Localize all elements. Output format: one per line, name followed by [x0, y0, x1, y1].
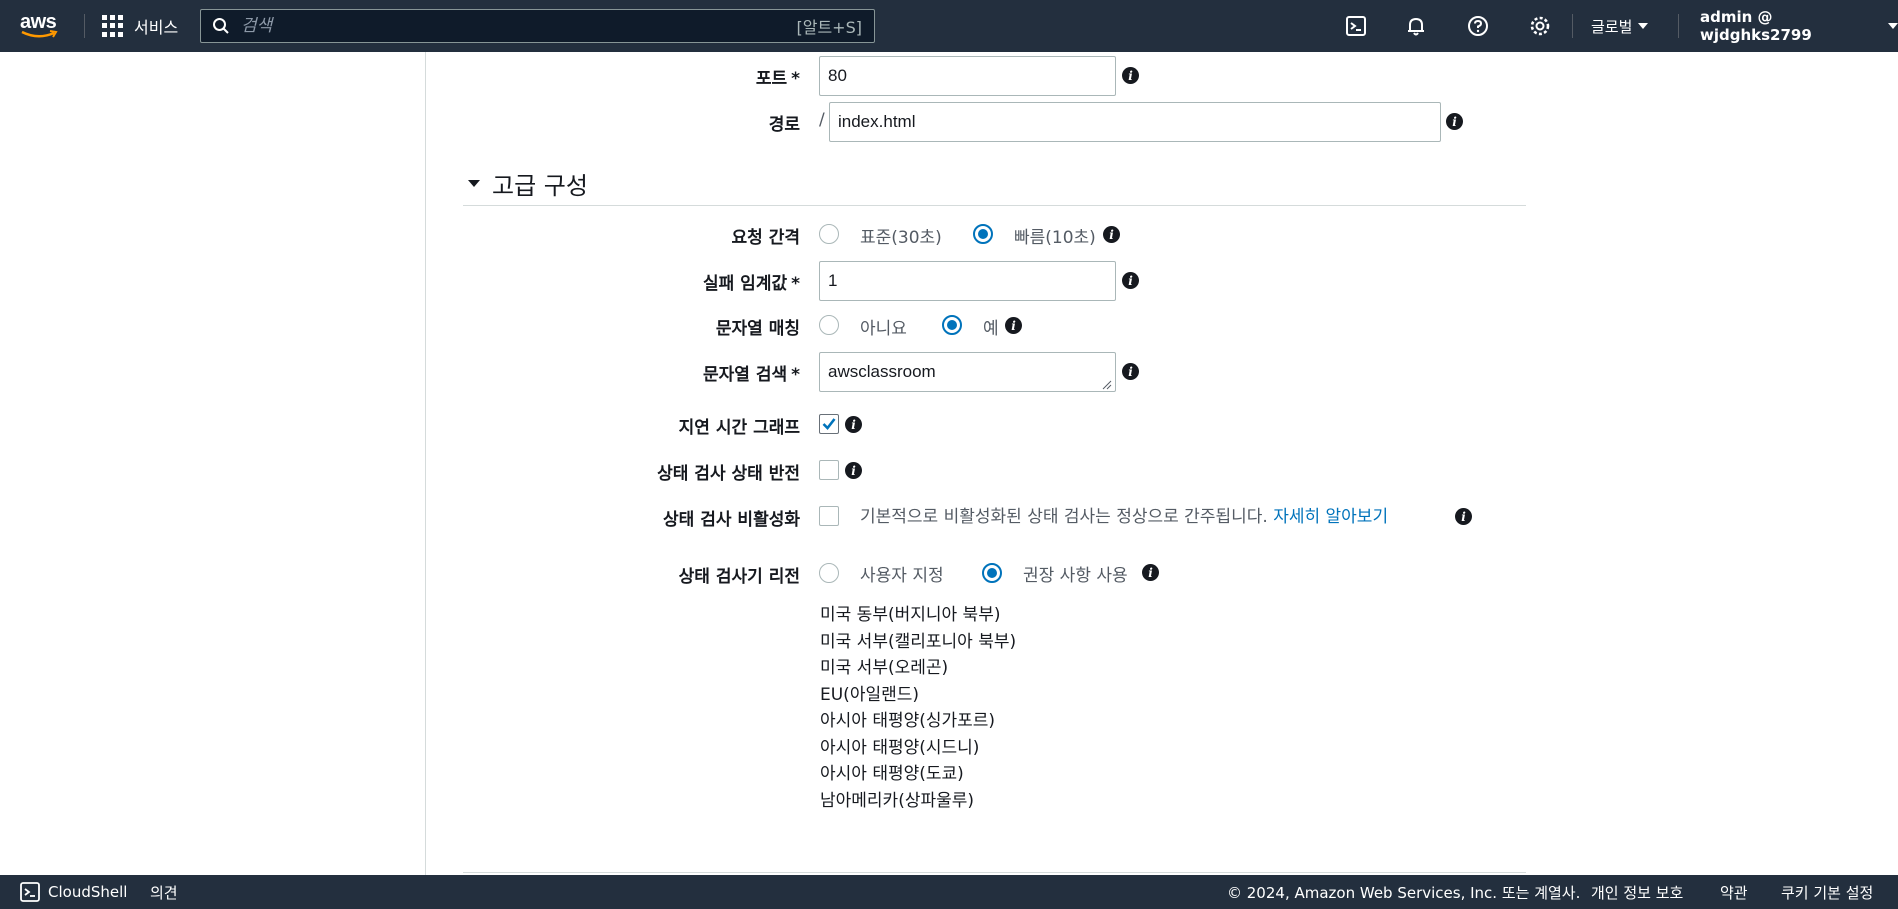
radio-fast-10s[interactable]: [973, 224, 993, 244]
list-item: 남아메리카(상파울루): [820, 790, 975, 811]
info-icon[interactable]: i: [1455, 508, 1472, 525]
list-item: 미국 서부(오레곤): [820, 658, 949, 678]
list-item: 아시아 태평양(싱가포르): [820, 711, 996, 731]
cookie-preferences-link[interactable]: 쿠키 기본 설정: [1781, 875, 1873, 909]
divider: [1572, 14, 1573, 38]
radio-label: 빠름(10초): [1014, 228, 1096, 248]
radio-label: 표준(30초): [860, 228, 942, 248]
invert-health-check-label: 상태 검사 상태 반전: [657, 464, 800, 484]
copyright-text: © 2024, Amazon Web Services, Inc. 또는 계열사…: [1227, 883, 1581, 902]
services-menu-button[interactable]: 서비스: [102, 14, 178, 38]
info-icon[interactable]: i: [1005, 317, 1022, 334]
bell-icon[interactable]: [1404, 14, 1428, 38]
radio-use-recommended[interactable]: [982, 563, 1002, 583]
info-icon[interactable]: i: [1103, 226, 1120, 243]
list-item: 미국 서부(캘리포니아 북부): [820, 631, 1017, 652]
invert-health-check-checkbox[interactable]: [819, 460, 839, 480]
disable-health-check-note: 기본적으로 비활성화된 상태 검사는 정상으로 간주됩니다. 자세히 알아보기: [860, 507, 1389, 527]
string-matching-label: 문자열 매칭: [715, 319, 800, 339]
path-prefix: /: [819, 110, 825, 130]
failure-threshold-input[interactable]: 1: [819, 261, 1116, 301]
disable-health-check-checkbox[interactable]: [819, 506, 839, 526]
divider: [1678, 14, 1679, 38]
region-selector[interactable]: 글로벌: [1591, 14, 1649, 38]
disable-health-check-label: 상태 검사 비활성화: [663, 510, 800, 530]
latency-graphs-checkbox[interactable]: [819, 414, 839, 434]
info-icon[interactable]: i: [1142, 564, 1159, 581]
divider: [84, 14, 85, 38]
content-left-border: [425, 52, 426, 875]
list-item: 미국 동부(버지니아 북부): [820, 605, 1001, 625]
cloudshell-icon: [20, 882, 40, 902]
info-icon[interactable]: i: [1122, 363, 1139, 380]
account-label: admin @ wjdghks2799: [1700, 8, 1812, 44]
help-icon[interactable]: [1466, 14, 1490, 38]
search-string-textarea[interactable]: awsclassroom: [819, 352, 1116, 392]
region-list: 미국 동부(버지니아 북부) 미국 서부(캘리포니아 북부) 미국 서부(오레곤…: [820, 602, 1016, 814]
search-string-label: 문자열 검색 *: [702, 365, 800, 385]
search-bar[interactable]: [알트+S]: [200, 9, 875, 43]
request-interval-label: 요청 간격: [731, 228, 800, 248]
services-label: 서비스: [134, 18, 179, 37]
radio-no[interactable]: [819, 315, 839, 335]
account-menu[interactable]: admin @ wjdghks2799: [1700, 8, 1898, 44]
port-input[interactable]: 80: [819, 56, 1116, 96]
info-icon[interactable]: i: [845, 462, 862, 479]
search-shortcut-hint: [알트+S]: [796, 18, 863, 37]
aws-logo[interactable]: aws: [20, 12, 64, 40]
smile-icon: [21, 30, 58, 38]
info-icon[interactable]: i: [1446, 113, 1463, 130]
region-label: 글로벌: [1591, 17, 1633, 36]
search-icon: [201, 10, 241, 42]
info-icon[interactable]: i: [845, 416, 862, 433]
radio-custom[interactable]: [819, 563, 839, 583]
caret-down-icon: [468, 180, 480, 187]
info-icon[interactable]: i: [1122, 67, 1139, 84]
health-checker-regions-label: 상태 검사기 리전: [678, 567, 800, 587]
section-title: 고급 구성: [492, 172, 588, 200]
section-divider: [463, 205, 1526, 206]
feedback-link[interactable]: 의견: [150, 875, 178, 909]
latency-graphs-label: 지연 시간 그래프: [678, 418, 800, 438]
check-icon: [822, 418, 836, 430]
privacy-link[interactable]: 개인 정보 보호: [1591, 875, 1683, 909]
info-icon[interactable]: i: [1122, 272, 1139, 289]
radio-label: 권장 사항 사용: [1023, 566, 1128, 586]
radio-label: 사용자 지정: [860, 566, 944, 586]
chevron-down-icon: [1638, 23, 1649, 29]
grid-icon: [102, 15, 124, 37]
search-input[interactable]: [241, 16, 797, 36]
path-input[interactable]: index.html: [829, 102, 1441, 142]
top-navigation-bar: aws 서비스 [알트+S] 글로벌 admin: [0, 0, 1898, 52]
cloudshell-icon[interactable]: [1344, 14, 1368, 38]
path-label: 경로: [768, 115, 800, 135]
learn-more-link[interactable]: 자세히 알아보기: [1273, 507, 1388, 527]
resize-handle-icon[interactable]: [1102, 380, 1112, 390]
advanced-config-toggle[interactable]: 고급 구성: [468, 166, 588, 201]
radio-standard-30s[interactable]: [819, 224, 839, 244]
radio-label: 아니요: [860, 319, 907, 339]
radio-label: 예: [983, 319, 999, 339]
terms-link[interactable]: 약관: [1720, 875, 1748, 909]
radio-yes[interactable]: [942, 315, 962, 335]
port-label: 포트 *: [755, 69, 800, 89]
list-item: EU(아일랜드): [820, 684, 920, 705]
footer: CloudShell 의견 © 2024, Amazon Web Service…: [0, 875, 1898, 909]
chevron-down-icon: [1888, 23, 1898, 29]
cloudshell-button[interactable]: CloudShell: [20, 875, 127, 909]
gear-icon[interactable]: [1528, 14, 1552, 38]
list-item: 아시아 태평양(시드니): [820, 737, 980, 758]
content-divider: [463, 872, 1526, 873]
failure-threshold-label: 실패 임계값 *: [702, 274, 800, 294]
list-item: 아시아 태평양(도쿄): [820, 764, 964, 784]
